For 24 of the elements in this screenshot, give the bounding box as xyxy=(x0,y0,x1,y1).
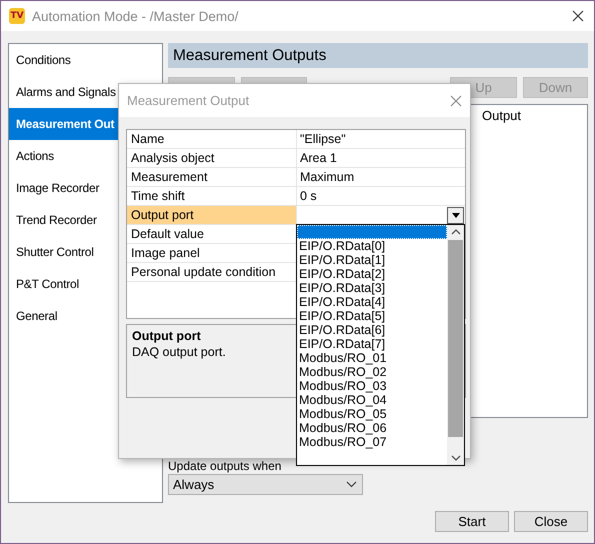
sidebar-item[interactable]: Conditions xyxy=(9,44,162,76)
section-header: Measurement Outputs xyxy=(168,43,588,68)
scroll-thumb[interactable] xyxy=(448,240,463,437)
update-select[interactable]: Always xyxy=(168,474,363,495)
window-title: Automation Mode - /Master Demo/ xyxy=(32,8,240,24)
app-logo: TV xyxy=(9,8,25,24)
dropdown-button[interactable] xyxy=(447,206,464,224)
update-label: Update outputs when xyxy=(168,459,282,473)
property-value: 0 s xyxy=(300,189,317,203)
dropdown-option[interactable] xyxy=(297,225,447,239)
column-header: Output xyxy=(482,108,522,122)
property-value: Maximum xyxy=(300,170,354,184)
dialog-button[interactable]: Close xyxy=(514,511,588,532)
property-name[interactable]: Output port xyxy=(127,206,297,224)
property-value: Area 1 xyxy=(300,151,337,165)
triangle-down-icon xyxy=(452,212,460,218)
close-icon[interactable] xyxy=(572,10,584,22)
property-value: "Ellipse" xyxy=(300,132,346,146)
dialog-title: Measurement Output xyxy=(127,93,250,108)
scrollbar[interactable] xyxy=(447,225,464,465)
dialog-button[interactable]: Start xyxy=(435,511,509,532)
description-title: Output port xyxy=(132,329,201,343)
description-text: DAQ output port. xyxy=(132,345,226,359)
chevron-down-icon xyxy=(346,481,357,488)
